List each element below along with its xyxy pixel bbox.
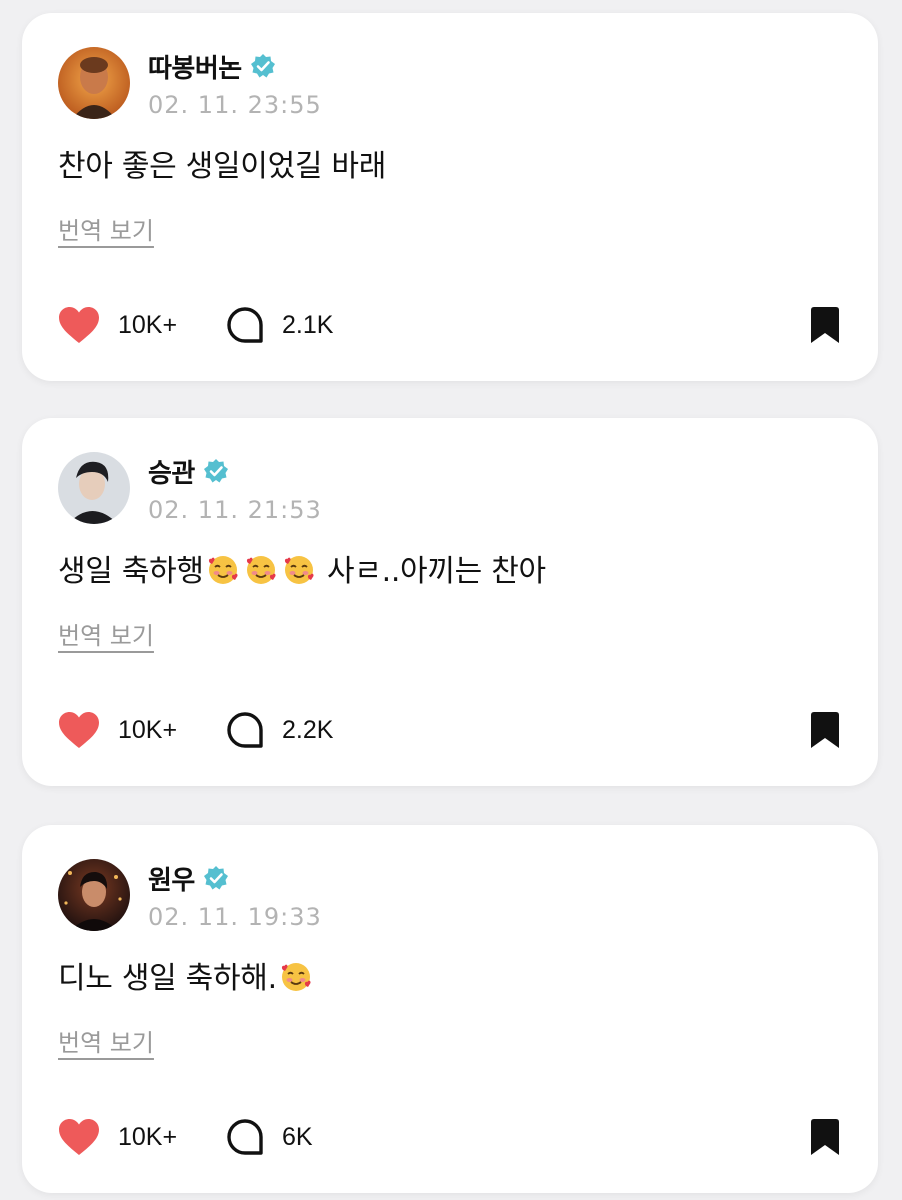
- translate-link[interactable]: 번역 보기: [58, 1023, 154, 1058]
- post-text-start: 생일 축하행: [58, 554, 204, 589]
- like-button[interactable]: 10K+: [58, 708, 177, 752]
- comment-button[interactable]: 6K: [226, 1115, 313, 1159]
- post-text-start: 디노 생일 축하해.: [58, 961, 277, 996]
- comment-bubble-icon: [226, 1118, 264, 1156]
- author-row: 승관: [148, 452, 229, 490]
- bookmark-icon: [808, 305, 842, 345]
- action-bar: 10K+ 2.1K: [58, 303, 842, 347]
- action-bar: 10K+ 6K: [58, 1115, 842, 1159]
- like-count: 10K+: [118, 1122, 178, 1151]
- verified-badge-icon: [203, 865, 229, 891]
- bookmark-button[interactable]: [808, 303, 842, 347]
- post-feed: 따봉버논 02. 11. 23:55 찬아 좋은 생일이었길 바래 번역 보기 …: [0, 0, 902, 1200]
- like-count: 10K+: [118, 310, 178, 339]
- post-text: 찬아 좋은 생일이었길 바래: [58, 149, 387, 184]
- action-bar: 10K+ 2.2K: [58, 708, 842, 752]
- comment-count: 6K: [282, 1122, 313, 1151]
- author-row: 따봉버논: [148, 47, 276, 85]
- avatar[interactable]: [58, 452, 130, 524]
- author-name[interactable]: 승관: [148, 453, 195, 490]
- post-text: 생일 축하행 사ㄹ..아끼는 찬아: [58, 546, 546, 590]
- author-name[interactable]: 따봉버논: [148, 48, 242, 85]
- translate-link[interactable]: 번역 보기: [58, 211, 154, 246]
- comment-bubble-icon: [226, 306, 264, 344]
- post-timestamp: 02. 11. 19:33: [148, 903, 322, 931]
- translate-link[interactable]: 번역 보기: [58, 616, 154, 651]
- post-timestamp: 02. 11. 21:53: [148, 496, 322, 524]
- post-card[interactable]: 원우 02. 11. 19:33 디노 생일 축하해. 번역 보기 10K+ 6…: [22, 825, 878, 1193]
- author-name[interactable]: 원우: [148, 860, 195, 897]
- like-button[interactable]: 10K+: [58, 303, 177, 347]
- comment-count: 2.1K: [282, 310, 334, 339]
- verified-badge-icon: [203, 458, 229, 484]
- smiling-face-with-hearts-icon: [244, 553, 278, 587]
- post-text: 디노 생일 축하해.: [58, 953, 315, 997]
- avatar[interactable]: [58, 47, 130, 119]
- comment-bubble-icon: [226, 711, 264, 749]
- smiling-face-with-hearts-icon: [206, 553, 240, 587]
- post-timestamp: 02. 11. 23:55: [148, 91, 322, 119]
- like-count: 10K+: [118, 715, 178, 744]
- bookmark-button[interactable]: [808, 1115, 842, 1159]
- post-card[interactable]: 따봉버논 02. 11. 23:55 찬아 좋은 생일이었길 바래 번역 보기 …: [22, 13, 878, 381]
- verified-badge-icon: [250, 53, 276, 79]
- heart-icon: [58, 1118, 100, 1156]
- smiling-face-with-hearts-icon: [282, 553, 316, 587]
- like-button[interactable]: 10K+: [58, 1115, 177, 1159]
- bookmark-icon: [808, 1117, 842, 1157]
- bookmark-button[interactable]: [808, 708, 842, 752]
- comment-button[interactable]: 2.1K: [226, 303, 333, 347]
- post-card[interactable]: 승관 02. 11. 21:53 생일 축하행 사ㄹ..아끼는 찬아 번역 보기…: [22, 418, 878, 786]
- bookmark-icon: [808, 710, 842, 750]
- heart-icon: [58, 306, 100, 344]
- avatar[interactable]: [58, 859, 130, 931]
- author-row: 원우: [148, 859, 229, 897]
- comment-count: 2.2K: [282, 715, 334, 744]
- post-text-end: 사ㄹ..아끼는 찬아: [317, 554, 546, 589]
- comment-button[interactable]: 2.2K: [226, 708, 333, 752]
- smiling-face-with-hearts-icon: [279, 960, 313, 994]
- heart-icon: [58, 711, 100, 749]
